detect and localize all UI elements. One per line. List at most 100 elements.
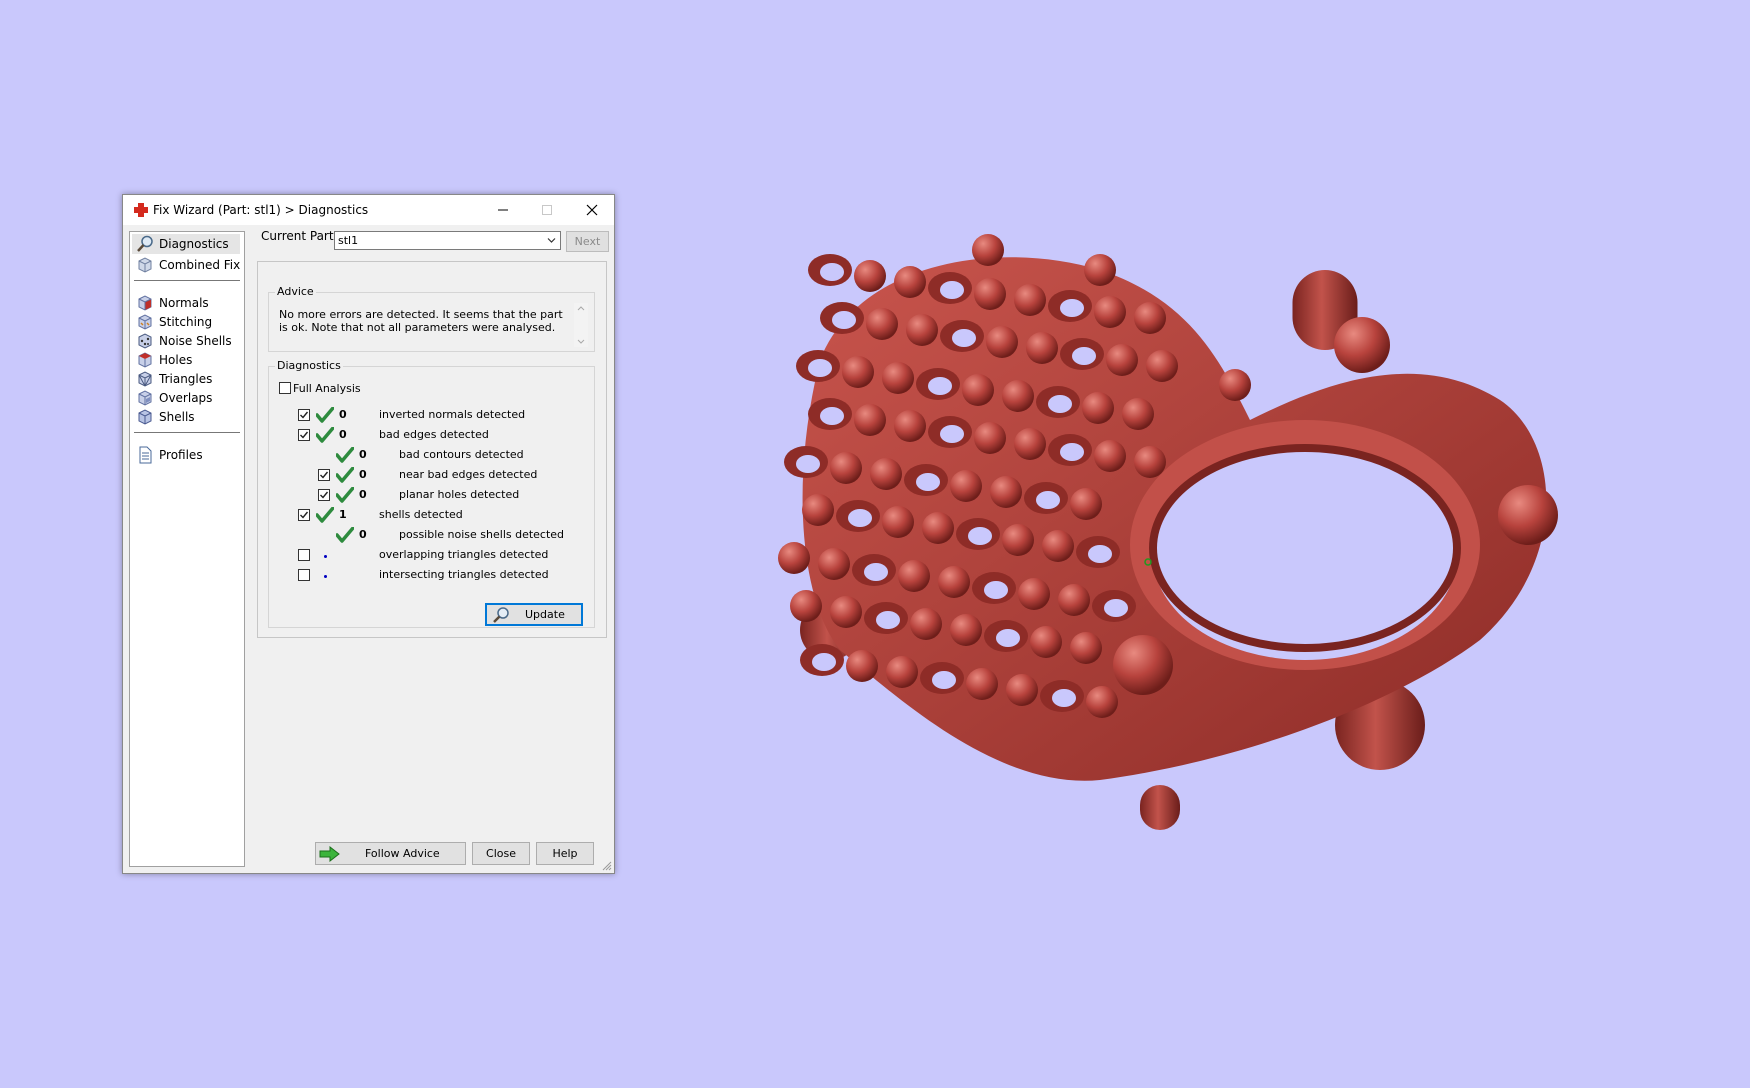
model-peg [886,656,918,688]
diag-checkbox[interactable] [298,409,310,421]
red-cross-icon [134,203,148,217]
model-hole [1072,347,1096,365]
ok-check-icon [316,427,334,443]
sidebar-item-shells[interactable]: Shells [132,407,240,427]
model-peg [986,326,1018,358]
diag-count: 0 [359,468,367,481]
model-peg [830,452,862,484]
model-peg [950,614,982,646]
sidebar-item-holes[interactable]: Holes [132,350,240,370]
model-post-cap [1219,369,1251,401]
current-part-select[interactable]: stl1 [334,231,561,250]
model-hole [952,329,976,347]
sidebar-divider [134,432,240,433]
full-analysis-checkbox[interactable] [279,382,291,394]
model-hole [940,281,964,299]
diag-checkbox[interactable] [298,429,310,441]
model-peg [818,548,850,580]
close-window-button[interactable] [570,195,614,225]
model-post-cap [1334,317,1390,373]
diag-checkbox[interactable] [318,489,330,501]
scroll-arrows-icon [577,306,585,344]
model-hole [1088,545,1112,563]
title-bar[interactable]: Fix Wizard (Part: stl1) > Diagnostics [123,195,614,225]
diag-count: 0 [339,408,347,421]
model-hole [832,311,856,329]
diag-checkbox[interactable] [318,469,330,481]
model-peg [778,542,810,574]
update-button[interactable]: Update [485,603,583,626]
sidebar-item-label: Overlaps [159,391,213,405]
diagnostics-legend: Diagnostics [275,359,343,372]
model-peg [1006,674,1038,706]
diag-label: bad contours detected [399,448,524,461]
model-peg [830,596,862,628]
status-unknown-dot [324,555,327,558]
sidebar-item-diagnostics[interactable]: Diagnostics [132,234,240,254]
model-hole [876,611,900,629]
model-peg [1070,632,1102,664]
model-leg [1140,785,1180,830]
model-peg [1086,686,1118,718]
diag-label: shells detected [379,508,463,521]
diag-checkbox[interactable] [298,509,310,521]
model-peg [922,512,954,544]
update-button-label: Update [525,608,565,621]
sidebar-item-label: Normals [159,296,209,310]
model-peg [1002,380,1034,412]
diag-label: near bad edges detected [399,468,538,481]
model-peg [790,590,822,622]
sidebar-item-overlaps[interactable]: Overlaps [132,388,240,408]
current-part-value: stl1 [338,234,359,247]
resize-grip-icon[interactable] [602,861,612,871]
model-peg [950,470,982,502]
advice-text: No more errors are detected. It seems th… [279,308,563,334]
diag-checkbox[interactable] [298,569,310,581]
model-peg [938,566,970,598]
close-button[interactable]: Close [472,842,530,865]
ok-check-icon [316,507,334,523]
diag-checkbox[interactable] [298,549,310,561]
sidebar-item-label: Triangles [159,372,213,386]
chevron-down-icon [547,238,556,243]
model-post-cap [1084,254,1116,286]
model-peg [894,410,926,442]
window-title: Fix Wizard (Part: stl1) > Diagnostics [153,203,369,217]
model-hole [932,671,956,689]
model-hole [812,653,836,671]
sidebar-item-triangles[interactable]: Triangles [132,369,240,389]
help-button[interactable]: Help [536,842,594,865]
sidebar-item-label: Noise Shells [159,334,232,348]
checkmark-icon [320,491,329,499]
sidebar-item-combined-fix[interactable]: Combined Fix [132,255,240,275]
model-peg [1122,398,1154,430]
advice-scrollbar[interactable] [574,303,588,347]
model-post-cap [972,234,1004,266]
model-peg [974,422,1006,454]
sidebar-item-normals[interactable]: Normals [132,293,240,313]
model-peg [1146,350,1178,382]
model-peg [1042,530,1074,562]
model-peg [842,356,874,388]
advice-legend: Advice [275,285,316,298]
sidebar-item-stitching[interactable]: Stitching [132,312,240,332]
model-hole [916,473,940,491]
green-arrow-icon [319,845,340,862]
model-peg [910,608,942,640]
cube-icon [138,257,152,273]
document-icon [139,446,152,464]
status-unknown-dot [324,575,327,578]
sidebar-item-profiles[interactable]: Profiles [132,445,240,465]
model-peg [962,374,994,406]
overlaps-cube-icon [138,390,152,406]
model-peg [990,476,1022,508]
follow-advice-button[interactable]: Follow Advice [315,842,466,865]
model-peg [1026,332,1058,364]
follow-advice-label: Follow Advice [365,847,440,860]
next-button[interactable]: Next [566,231,609,252]
magnifier-icon [493,606,509,623]
model-peg [1094,440,1126,472]
sidebar-item-noise-shells[interactable]: Noise Shells [132,331,240,351]
model-peg [1070,488,1102,520]
minimize-button[interactable] [481,195,525,225]
